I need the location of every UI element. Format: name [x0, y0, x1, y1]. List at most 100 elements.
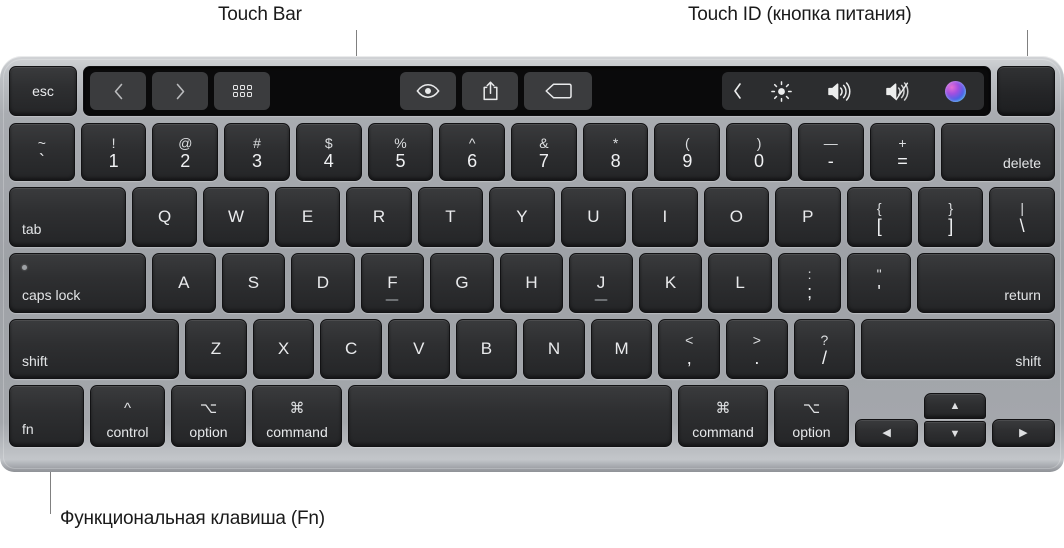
key-shift-left[interactable]: shift [9, 319, 180, 379]
key-delete-label: delete [1002, 155, 1042, 171]
annotation-touch-bar: Touch Bar [218, 4, 302, 25]
key-control[interactable]: ^ control [90, 385, 165, 447]
mute-icon[interactable] [868, 72, 926, 110]
key-b[interactable]: B [455, 319, 518, 379]
collapse-chevron-icon[interactable] [722, 72, 752, 110]
key-0[interactable]: ) 0 [726, 123, 792, 181]
key-option-left[interactable]: ⌥ option [171, 385, 246, 447]
key-legend: I [662, 207, 668, 226]
key-arrow-right[interactable]: ▶ [991, 419, 1055, 447]
key-l[interactable]: L [708, 253, 772, 313]
forward-icon[interactable] [152, 72, 208, 110]
key-option-right[interactable]: ⌥ option [774, 385, 849, 447]
key-minus[interactable]: — - [797, 123, 864, 181]
key-s[interactable]: S [221, 253, 286, 313]
touch-bar[interactable] [83, 66, 991, 116]
key-n[interactable]: N [523, 319, 585, 379]
key-slash[interactable]: ? / [793, 319, 856, 379]
key-arrow-up[interactable]: ▲ [924, 393, 986, 419]
key-option-left-label: option [189, 424, 228, 440]
key-r[interactable]: R [346, 187, 412, 247]
key-9[interactable]: ( 9 [654, 123, 721, 181]
key-legend: L [735, 273, 745, 292]
key-m[interactable]: M [590, 319, 653, 379]
key-g[interactable]: G [430, 253, 494, 313]
arrow-up-icon: ▲ [949, 399, 961, 412]
key-3[interactable]: # 3 [224, 123, 290, 181]
key-legend-top: @ [178, 134, 193, 151]
key-1[interactable]: ! 1 [80, 123, 147, 181]
key-shift-right[interactable]: shift [861, 319, 1056, 379]
key-i[interactable]: I [632, 187, 698, 247]
key-legend: G [455, 273, 469, 292]
key-x[interactable]: X [252, 319, 315, 379]
arrow-left-icon: ◀ [882, 426, 891, 439]
key-bracket-left[interactable]: { [ [846, 187, 912, 247]
back-icon[interactable] [90, 72, 146, 110]
key-legend: F [387, 273, 398, 292]
key-f[interactable]: F [360, 253, 425, 313]
key-legend-bottom: 3 [252, 150, 263, 171]
key-legend-bottom: 6 [467, 150, 478, 171]
key-space[interactable] [348, 385, 672, 447]
key-v[interactable]: V [387, 319, 450, 379]
volume-up-icon[interactable] [810, 72, 868, 110]
key-legend-top: % [394, 134, 407, 151]
key-legend-top: # [253, 134, 261, 151]
key-period[interactable]: > . [726, 319, 788, 379]
key-j[interactable]: J [569, 253, 633, 313]
key-semicolon[interactable]: : ; [777, 253, 842, 313]
key-h[interactable]: H [499, 253, 564, 313]
brightness-icon[interactable] [752, 72, 810, 110]
key-a[interactable]: A [152, 253, 216, 313]
tag-icon[interactable] [524, 72, 592, 110]
key-6[interactable]: ^ 6 [439, 123, 506, 181]
preview-eye-icon[interactable] [400, 72, 456, 110]
key-comma[interactable]: < , [658, 319, 721, 379]
key-tab[interactable]: tab [9, 187, 126, 247]
key-o[interactable]: O [703, 187, 770, 247]
key-y[interactable]: Y [489, 187, 555, 247]
key-legend-top: : [807, 265, 812, 282]
key-caps-lock[interactable]: caps lock [9, 253, 147, 313]
key-arrow-left[interactable]: ◀ [855, 419, 919, 447]
key-esc[interactable]: esc [9, 66, 77, 116]
key-equals[interactable]: + = [869, 123, 936, 181]
key-command-right[interactable]: ⌘ command [678, 385, 768, 447]
key-return[interactable]: return [916, 253, 1055, 313]
key-p[interactable]: P [775, 187, 841, 247]
key-legend-bottom: \ [1019, 215, 1025, 236]
key-fn[interactable]: fn [9, 385, 84, 447]
key-4[interactable]: $ 4 [295, 123, 362, 181]
key-k[interactable]: K [638, 253, 703, 313]
key-2[interactable]: @ 2 [152, 123, 219, 181]
key-u[interactable]: U [560, 187, 627, 247]
key-bracket-right[interactable]: } ] [917, 187, 984, 247]
key-legend: J [596, 273, 606, 292]
key-c[interactable]: C [320, 319, 382, 379]
grid-view-icon[interactable] [214, 72, 270, 110]
key-7[interactable]: & 7 [511, 123, 577, 181]
key-w[interactable]: W [203, 187, 269, 247]
key-legend-top: ) [756, 134, 762, 151]
key-touch-id[interactable] [997, 66, 1055, 116]
key-arrow-down[interactable]: ▼ [924, 421, 986, 447]
key-backslash[interactable]: | \ [989, 187, 1055, 247]
key-5[interactable]: % 5 [367, 123, 434, 181]
command-glyph-icon: ⌘ [715, 400, 731, 417]
key-t[interactable]: T [417, 187, 484, 247]
share-icon[interactable] [462, 72, 518, 110]
key-quote[interactable]: " ' [847, 253, 911, 313]
key-8[interactable]: * 8 [582, 123, 649, 181]
key-q[interactable]: Q [131, 187, 198, 247]
key-backtick[interactable]: ~ ` [9, 123, 75, 181]
key-legend-bottom: 5 [395, 150, 406, 171]
key-d[interactable]: D [291, 253, 355, 313]
key-command-left[interactable]: ⌘ command [252, 385, 342, 447]
key-e[interactable]: E [274, 187, 341, 247]
key-legend: A [178, 273, 190, 292]
key-z[interactable]: Z [185, 319, 247, 379]
siri-icon[interactable] [926, 72, 984, 110]
key-legend-top: & [539, 134, 549, 151]
key-delete[interactable]: delete [941, 123, 1056, 181]
